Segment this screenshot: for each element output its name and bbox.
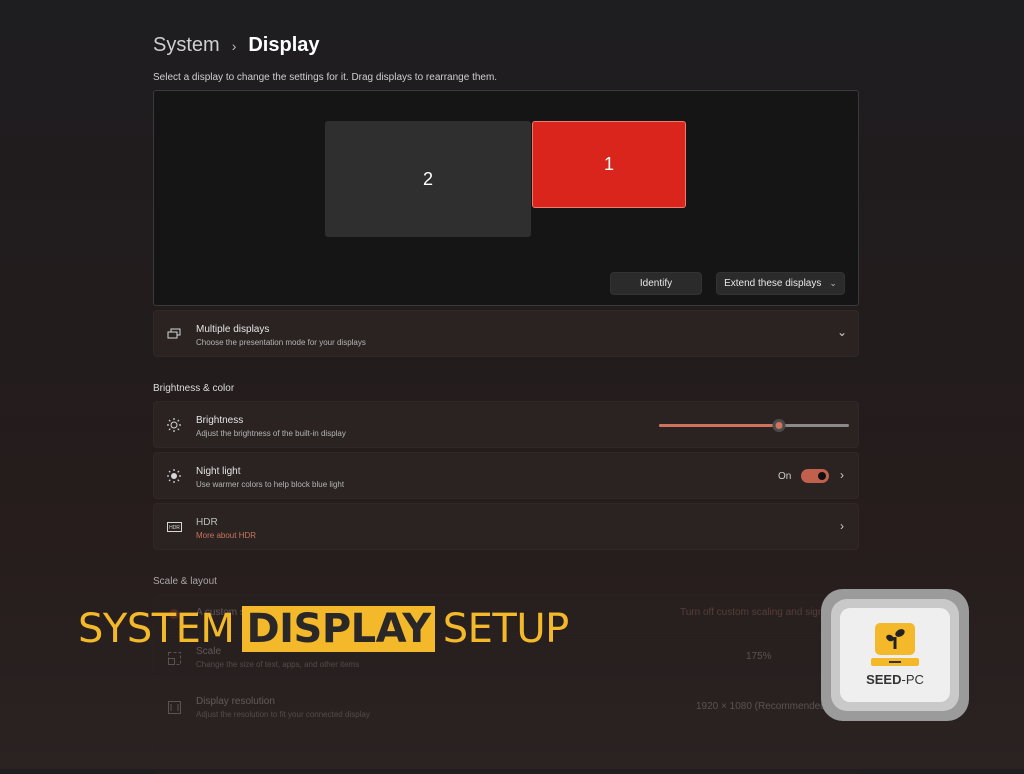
banner-highlight: DISPLAY <box>242 606 435 652</box>
night-light-desc: Use warmer colors to help block blue lig… <box>196 480 345 489</box>
banner-word-1: SYSTEM <box>78 606 235 652</box>
display-arrangement-panel: 2 1 Identify Extend these displays ⌄ <box>153 90 859 306</box>
multiple-displays-desc: Choose the presentation mode for your di… <box>196 338 366 347</box>
display-mode-label: Extend these displays <box>724 278 822 289</box>
seed-pc-logo: SEED-PC <box>821 589 969 721</box>
monitor-2-label: 2 <box>422 168 433 189</box>
hdr-icon: HDR <box>166 519 182 535</box>
breadcrumb: System › Display <box>153 34 320 57</box>
hdr-row[interactable]: HDR HDR More about HDR › <box>153 503 859 550</box>
display-mode-dropdown[interactable]: Extend these displays ⌄ <box>716 272 845 295</box>
turn-off-custom-scaling-link[interactable]: Turn off custom scaling and sign out <box>680 607 840 618</box>
chevron-down-icon: ⌄ <box>829 278 837 288</box>
seed-laptop-icon <box>871 623 919 666</box>
brightness-desc: Adjust the brightness of the built-in di… <box>196 429 346 438</box>
brightness-slider[interactable] <box>659 419 849 432</box>
orientation-row[interactable] <box>153 734 859 774</box>
multiple-displays-title: Multiple displays <box>196 324 270 335</box>
breadcrumb-system[interactable]: System <box>153 34 220 57</box>
resolution-value[interactable]: 1920 × 1080 (Recommended) <box>696 701 829 712</box>
display-resolution-desc: Adjust the resolution to fit your connec… <box>196 710 370 719</box>
monitor-1[interactable]: 1 <box>532 121 686 208</box>
chevron-down-icon[interactable]: ⌄ <box>837 325 847 339</box>
brightness-slider-thumb[interactable] <box>772 419 786 432</box>
svg-text:HDR: HDR <box>169 525 180 531</box>
multiple-displays-row[interactable]: Multiple displays Choose the presentatio… <box>153 310 859 357</box>
page-title: Display <box>248 34 320 56</box>
seed-pc-wordmark: SEED-PC <box>866 672 924 687</box>
promo-banner: SYSTEM DISPLAY SETUP <box>78 606 569 652</box>
chevron-right-icon[interactable]: › <box>840 519 844 533</box>
brightness-slider-fill <box>659 424 779 427</box>
monitor-1-label: 1 <box>603 154 614 174</box>
chevron-right-icon[interactable]: › <box>840 468 844 482</box>
multiple-displays-icon <box>166 326 182 342</box>
sun-icon <box>166 417 182 433</box>
brightness-row: Brightness Adjust the brightness of the … <box>153 401 859 448</box>
display-resolution-title: Display resolution <box>196 696 275 707</box>
section-scale-layout: Scale & layout <box>153 576 217 587</box>
resolution-icon <box>166 699 182 715</box>
night-light-row[interactable]: Night light Use warmer colors to help bl… <box>153 452 859 499</box>
section-brightness-color: Brightness & color <box>153 383 235 394</box>
night-light-title: Night light <box>196 466 241 477</box>
scale-icon <box>166 650 182 666</box>
banner-word-3: SETUP <box>442 606 570 652</box>
identify-button[interactable]: Identify <box>610 272 702 295</box>
scale-value[interactable]: 175% <box>746 651 772 662</box>
hdr-title: HDR <box>196 517 218 528</box>
display-resolution-row[interactable]: Display resolution Adjust the resolution… <box>153 684 859 730</box>
scale-desc: Change the size of text, apps, and other… <box>196 660 360 669</box>
night-light-state: On <box>778 471 792 482</box>
night-light-toggle[interactable] <box>801 469 829 483</box>
arrange-instructions: Select a display to change the settings … <box>153 72 498 83</box>
hdr-link[interactable]: More about HDR <box>196 531 256 540</box>
night-light-icon <box>166 468 182 484</box>
brightness-title: Brightness <box>196 415 244 426</box>
chevron-right-icon: › <box>231 37 237 54</box>
monitor-2[interactable]: 2 <box>325 121 531 237</box>
